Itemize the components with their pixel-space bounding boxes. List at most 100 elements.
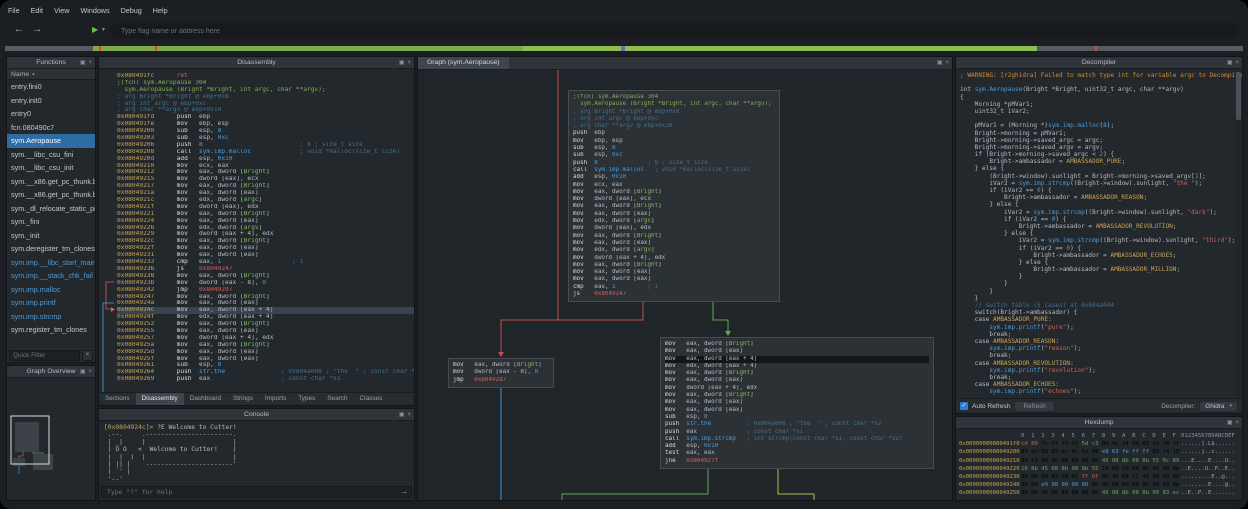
menu-file[interactable]: File — [8, 6, 20, 15]
graph-asm-line[interactable]: mov eax, dword [eax] — [665, 399, 929, 406]
tab-classes[interactable]: Classes — [354, 393, 389, 405]
decompiler-line[interactable]: case AMBASSADOR_PURE: — [960, 316, 1242, 323]
graph-asm-line[interactable]: mov eax, dword [Bright] — [573, 189, 775, 196]
asm-line[interactable]: 0x0804921f mov dword [eax], edx — [117, 204, 414, 211]
asm-line[interactable]: 0x080491fd push ebp — [117, 114, 414, 121]
close-icon[interactable]: × — [88, 60, 92, 66]
graph-asm-line[interactable]: mov eax, dword [eax] — [573, 276, 775, 283]
asm-line[interactable]: 0x0804921a mov eax, dword [eax] — [117, 190, 414, 197]
close-icon[interactable]: × — [407, 60, 411, 66]
scrollbar[interactable] — [1236, 70, 1241, 397]
function-item[interactable]: sym.register_tm_clones — [7, 323, 95, 337]
asm-line[interactable]: 0x08049247 mov eax, dword [Bright] — [117, 294, 414, 301]
pop-out-icon[interactable]: ▣ — [937, 59, 943, 66]
decompiler-line[interactable]: int sym.Aeropause(Bright *Bright, uint32… — [960, 86, 1242, 93]
graph-node-left[interactable]: mov eax, dword [Bright]mov dword [eax - … — [448, 358, 554, 388]
hexdump-row[interactable]: 0x000000000804924000 00 e9 90 00 00 00 8… — [959, 481, 1240, 489]
function-item[interactable]: sym.imp.__stack_chk_fail — [7, 269, 95, 283]
hexdump-row[interactable]: 0x000000000804920083 ec 08 83 ec 0c 6a 0… — [959, 448, 1240, 456]
asm-line[interactable]: 0x0804925a mov eax, dword [Bright] — [117, 342, 414, 349]
function-item[interactable]: sym._init — [7, 229, 95, 243]
hexdump-row[interactable]: 0x000000000804925000 8b 45 08 89 50 08 8… — [959, 489, 1240, 497]
search-box[interactable] — [110, 23, 1238, 39]
graph-asm-line[interactable]: js 0x8049247 — [573, 291, 775, 298]
asm-line[interactable]: 0x08049242 jmp 0x80492d7 — [117, 287, 414, 294]
decompiler-select[interactable]: Ghidra ▾ — [1199, 401, 1238, 412]
decompiler-line[interactable]: iVar2 = sym.imp.strcmp((Bright->window).… — [960, 180, 1242, 187]
asm-line[interactable]: 0x08049255 mov eax, dword [eax] — [117, 328, 414, 335]
graph-asm-line[interactable]: mov dword [eax + 4], edx — [573, 255, 775, 262]
graph-asm-line[interactable]: ;(fcn) sym.Aeropause 304 — [573, 94, 775, 101]
decompiler-line[interactable]: case AMBASSADOR_REVOLUTION: — [960, 360, 1242, 367]
graph-overview-minimap[interactable] — [7, 378, 95, 500]
asm-line[interactable]: 0x08049238 mov eax, dword [Bright] — [117, 273, 414, 280]
asm-line[interactable]: 0x080491fe mov ebp, esp — [117, 121, 414, 128]
graph-asm-line[interactable]: push ebp — [573, 130, 775, 137]
asm-line[interactable]: 0x08049221 mov eax, dword [Bright] — [117, 211, 414, 218]
decompiler-line[interactable]: Bright->morning->saved_argc = argc; — [960, 137, 1242, 144]
graph-asm-line[interactable]: mov edx, dword [eax + 4] — [665, 363, 929, 370]
graph-asm-line[interactable]: mov eax, dword [eax] — [573, 269, 775, 276]
hexdump-row[interactable]: 0x000000000804923000 8b 00 83 f8 01 7f 0… — [959, 473, 1240, 481]
memory-map-segment[interactable] — [99, 46, 101, 51]
graph-asm-line[interactable]: test eax, eax — [665, 450, 929, 457]
asm-line[interactable]: ;(fcn) sym.Aeropause 304 — [117, 80, 414, 87]
search-input[interactable] — [119, 27, 1229, 36]
graph-asm-line[interactable]: sub esp, 0xc — [573, 152, 775, 159]
decompiler-line[interactable]: Morning *pMVar1; — [960, 101, 1242, 108]
menu-debug[interactable]: Debug — [121, 6, 142, 15]
graph-asm-line[interactable]: mov eax, dword [Bright] — [453, 362, 549, 369]
function-item[interactable]: sym.deregister_tm_clones — [7, 242, 95, 256]
decompiler-line[interactable]: } else { — [960, 259, 1242, 266]
functions-column-header[interactable]: Name ▴ — [7, 69, 95, 80]
memory-map-segment[interactable] — [93, 46, 523, 51]
graph-asm-line[interactable]: mov eax, dword [eax] — [573, 211, 775, 218]
graph-node-entry[interactable]: ;(fcn) sym.Aeropause 304 sym.Aeropause (… — [568, 90, 780, 302]
tab-graph[interactable]: Graph (sym.Aeropause) — [418, 57, 509, 69]
asm-line[interactable]: ; arg Bright *Bright @ ebp+0x8 — [117, 94, 414, 101]
decompiler-line[interactable]: } else { — [960, 230, 1242, 237]
graph-asm-line[interactable]: mov eax, dword [eax] — [573, 240, 775, 247]
decompiler-line[interactable]: sym.imp.printf("pure"); — [960, 324, 1242, 331]
graph-asm-line[interactable]: mov eax, dword [eax] — [665, 407, 929, 414]
function-item[interactable]: sym.__libc_csu_fini — [7, 148, 95, 162]
decompiler-line[interactable]: iVar2 = sym.imp.strcmp((Bright->window).… — [960, 237, 1242, 244]
graph-asm-line[interactable]: sub esp, 8 — [665, 414, 929, 421]
decompiler-line[interactable]: if (iVar2 == 0) { — [960, 245, 1242, 252]
asm-line[interactable]: 0x0804924c mov eax, dword [eax + 4] — [117, 307, 414, 314]
graph-asm-line[interactable]: add esp, 0x10 — [665, 443, 929, 450]
clear-filter-icon[interactable]: × — [82, 350, 93, 361]
menu-windows[interactable]: Windows — [80, 6, 109, 15]
scrollbar-thumb[interactable] — [1236, 72, 1241, 120]
console-input[interactable] — [105, 487, 400, 497]
graph-asm-line[interactable]: mov ebp, esp — [573, 138, 775, 145]
function-item[interactable]: sym.__x86.get_pc_thunk.bp — [7, 175, 95, 189]
tab-sections[interactable]: Sections — [99, 393, 136, 405]
decompiler-line[interactable]: if (iVar2 == 0) { — [960, 187, 1242, 194]
asm-line[interactable]: 0x08049200 sub esp, 8 — [117, 128, 414, 135]
memory-map-segment[interactable] — [5, 46, 93, 51]
graph-asm-line[interactable]: cmp eax, 1 ; 1 — [573, 284, 775, 291]
graph-asm-line[interactable]: mov eax, dword [Bright] — [573, 262, 775, 269]
decompiler-line[interactable]: switch(Bright->ambassador) { — [960, 309, 1242, 316]
menu-view[interactable]: View — [54, 6, 69, 15]
function-item[interactable]: entry.fini0 — [7, 80, 95, 94]
decompiler-line[interactable]: Bright->ambassador = AMBASSADOR_REASON; — [960, 194, 1242, 201]
function-item[interactable]: sym.imp.printf — [7, 296, 95, 310]
quick-filter-input[interactable] — [9, 350, 80, 361]
decompiler-line[interactable]: // switch table (5 cases) at 0x804a044 — [960, 302, 1242, 309]
graph-asm-line[interactable]: mov ecx, eax — [573, 182, 775, 189]
decompiler-line[interactable]: break; — [960, 352, 1242, 359]
graph-asm-line[interactable]: mov dword [eax], edx — [573, 225, 775, 232]
pop-out-icon[interactable]: ▣ — [1227, 59, 1233, 66]
asm-line[interactable]: 0x08049215 mov dword [eax], ecx — [117, 176, 414, 183]
asm-line[interactable]: 0x08049224 mov eax, dword [eax] — [117, 218, 414, 225]
asm-line[interactable]: 0x0804924f mov edx, dword [eax + 4] — [117, 314, 414, 321]
function-item[interactable]: sym.__x86.get_pc_thunk.bx — [7, 188, 95, 202]
graph-asm-line[interactable]: mov dword [eax + 4], edx — [665, 385, 929, 392]
auto-refresh-checkbox[interactable]: ✓ — [960, 402, 968, 410]
graph-asm-line[interactable]: sym.Aeropause (Bright *Bright, int argc,… — [573, 101, 775, 108]
function-item[interactable]: sym._dl_relocate_static_pie — [7, 202, 95, 216]
asm-line[interactable]: 0x08049217 mov eax, dword [Bright] — [117, 183, 414, 190]
decompiler-line[interactable]: iVar2 = sym.imp.strcmp((Bright->window).… — [960, 209, 1242, 216]
